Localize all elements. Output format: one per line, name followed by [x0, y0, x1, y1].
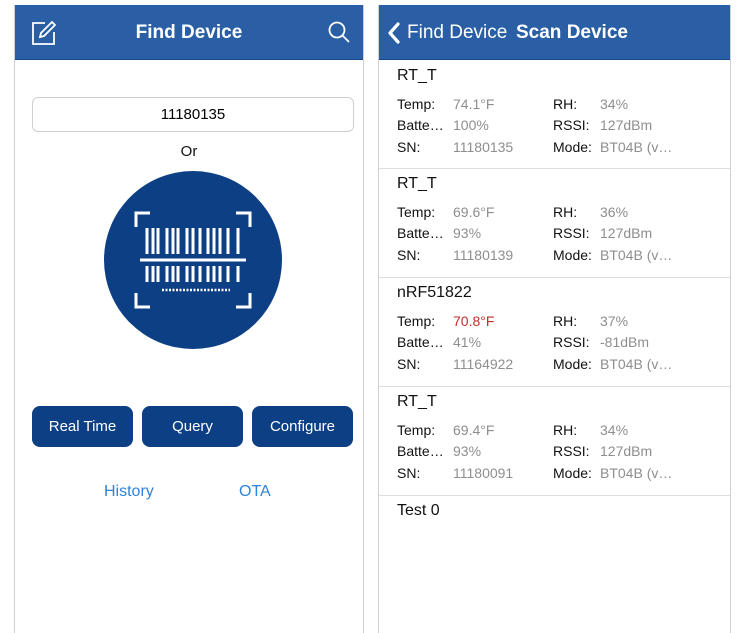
battery-label: Batte…	[397, 225, 444, 241]
rh-label: RH:	[553, 422, 578, 438]
rh-value: 36%	[600, 204, 629, 220]
rssi-label: RSSI:	[553, 117, 590, 133]
page-title: Find Device	[135, 22, 243, 43]
configure-button[interactable]: Configure	[252, 406, 353, 447]
temp-label: Temp:	[397, 313, 436, 329]
rh-value: 34%	[600, 96, 629, 112]
barcode-scan-icon	[134, 211, 252, 309]
mode-label: Mode:	[553, 247, 592, 263]
back-label: Find Device	[407, 21, 508, 43]
mode-label: Mode:	[553, 139, 592, 155]
device-row[interactable]: RT_T Temp: 74.1°F RH: 34% Batte… 100% RS…	[379, 61, 730, 169]
history-link[interactable]: History	[104, 483, 154, 501]
rssi-label: RSSI:	[553, 443, 590, 459]
temp-label: Temp:	[397, 204, 436, 220]
rh-label: RH:	[553, 96, 578, 112]
sn-label: SN:	[397, 465, 421, 481]
or-label: Or	[180, 143, 198, 160]
battery-value: 100%	[453, 117, 489, 133]
rh-label: RH:	[553, 204, 578, 220]
sn-label: SN:	[397, 247, 421, 263]
scan-device-screen: Find Device Scan Device RT_T Temp: 74.1°…	[378, 5, 731, 633]
rh-value: 37%	[600, 313, 629, 329]
ota-link[interactable]: OTA	[239, 483, 271, 501]
rssi-label: RSSI:	[553, 225, 590, 241]
serial-number-input[interactable]: 11180135	[32, 97, 354, 132]
device-list: RT_T Temp: 74.1°F RH: 34% Batte… 100% RS…	[379, 61, 730, 633]
rssi-label: RSSI:	[553, 334, 590, 350]
device-name: Test 0	[397, 502, 440, 519]
device-name: RT_T	[397, 67, 437, 84]
sn-value: 11180091	[453, 465, 514, 481]
mode-value: BT04B (v…	[600, 139, 673, 155]
sn-label: SN:	[397, 139, 421, 155]
temp-value: 74.1°F	[453, 96, 495, 112]
temp-value-alert: 70.8°F	[453, 313, 495, 329]
rh-label: RH:	[553, 313, 578, 329]
query-button[interactable]: Query	[142, 406, 243, 447]
nav-bar: Find Device	[15, 5, 363, 60]
sn-label: SN:	[397, 356, 421, 372]
chevron-left-icon	[388, 21, 400, 44]
temp-value: 69.6°F	[453, 204, 495, 220]
nav-bar: Find Device Scan Device	[379, 5, 730, 60]
search-icon[interactable]	[327, 20, 351, 44]
sn-value: 11164922	[453, 356, 514, 372]
mode-label: Mode:	[553, 356, 592, 372]
device-row[interactable]: RT_T Temp: 69.6°F RH: 36% Batte… 93% RSS…	[379, 169, 730, 278]
rssi-value: 127dBm	[600, 443, 653, 459]
rssi-value: 127dBm	[600, 117, 653, 133]
page-title: Scan Device	[516, 22, 628, 43]
battery-label: Batte…	[397, 334, 444, 350]
temp-label: Temp:	[397, 422, 436, 438]
sn-value: 11180135	[453, 139, 514, 155]
find-device-screen: Find Device 11180135 Or Real Time Query …	[14, 5, 364, 633]
mode-label: Mode:	[553, 465, 592, 481]
battery-label: Batte…	[397, 443, 444, 459]
rssi-value: 127dBm	[600, 225, 653, 241]
temp-label: Temp:	[397, 96, 436, 112]
battery-label: Batte…	[397, 117, 444, 133]
device-row[interactable]: Test 0	[379, 496, 730, 605]
mode-value: BT04B (v…	[600, 356, 673, 372]
temp-value: 69.4°F	[453, 422, 495, 438]
mode-value: BT04B (v…	[600, 247, 673, 263]
real-time-button[interactable]: Real Time	[32, 406, 133, 447]
device-row[interactable]: nRF51822 Temp: 70.8°F RH: 37% Batte… 41%…	[379, 278, 730, 387]
battery-value: 41%	[453, 334, 482, 350]
rh-value: 34%	[600, 422, 629, 438]
device-row[interactable]: RT_T Temp: 69.4°F RH: 34% Batte… 93% RSS…	[379, 387, 730, 496]
rssi-value: -81dBm	[600, 334, 650, 350]
device-name: RT_T	[397, 393, 437, 410]
back-button[interactable]: Find Device	[387, 5, 507, 60]
device-name: RT_T	[397, 175, 437, 192]
battery-value: 93%	[453, 443, 482, 459]
device-name: nRF51822	[397, 284, 472, 301]
barcode-scan-button[interactable]	[104, 171, 282, 349]
battery-value: 93%	[453, 225, 482, 241]
sn-value: 11180139	[453, 247, 514, 263]
mode-value: BT04B (v…	[600, 465, 673, 481]
